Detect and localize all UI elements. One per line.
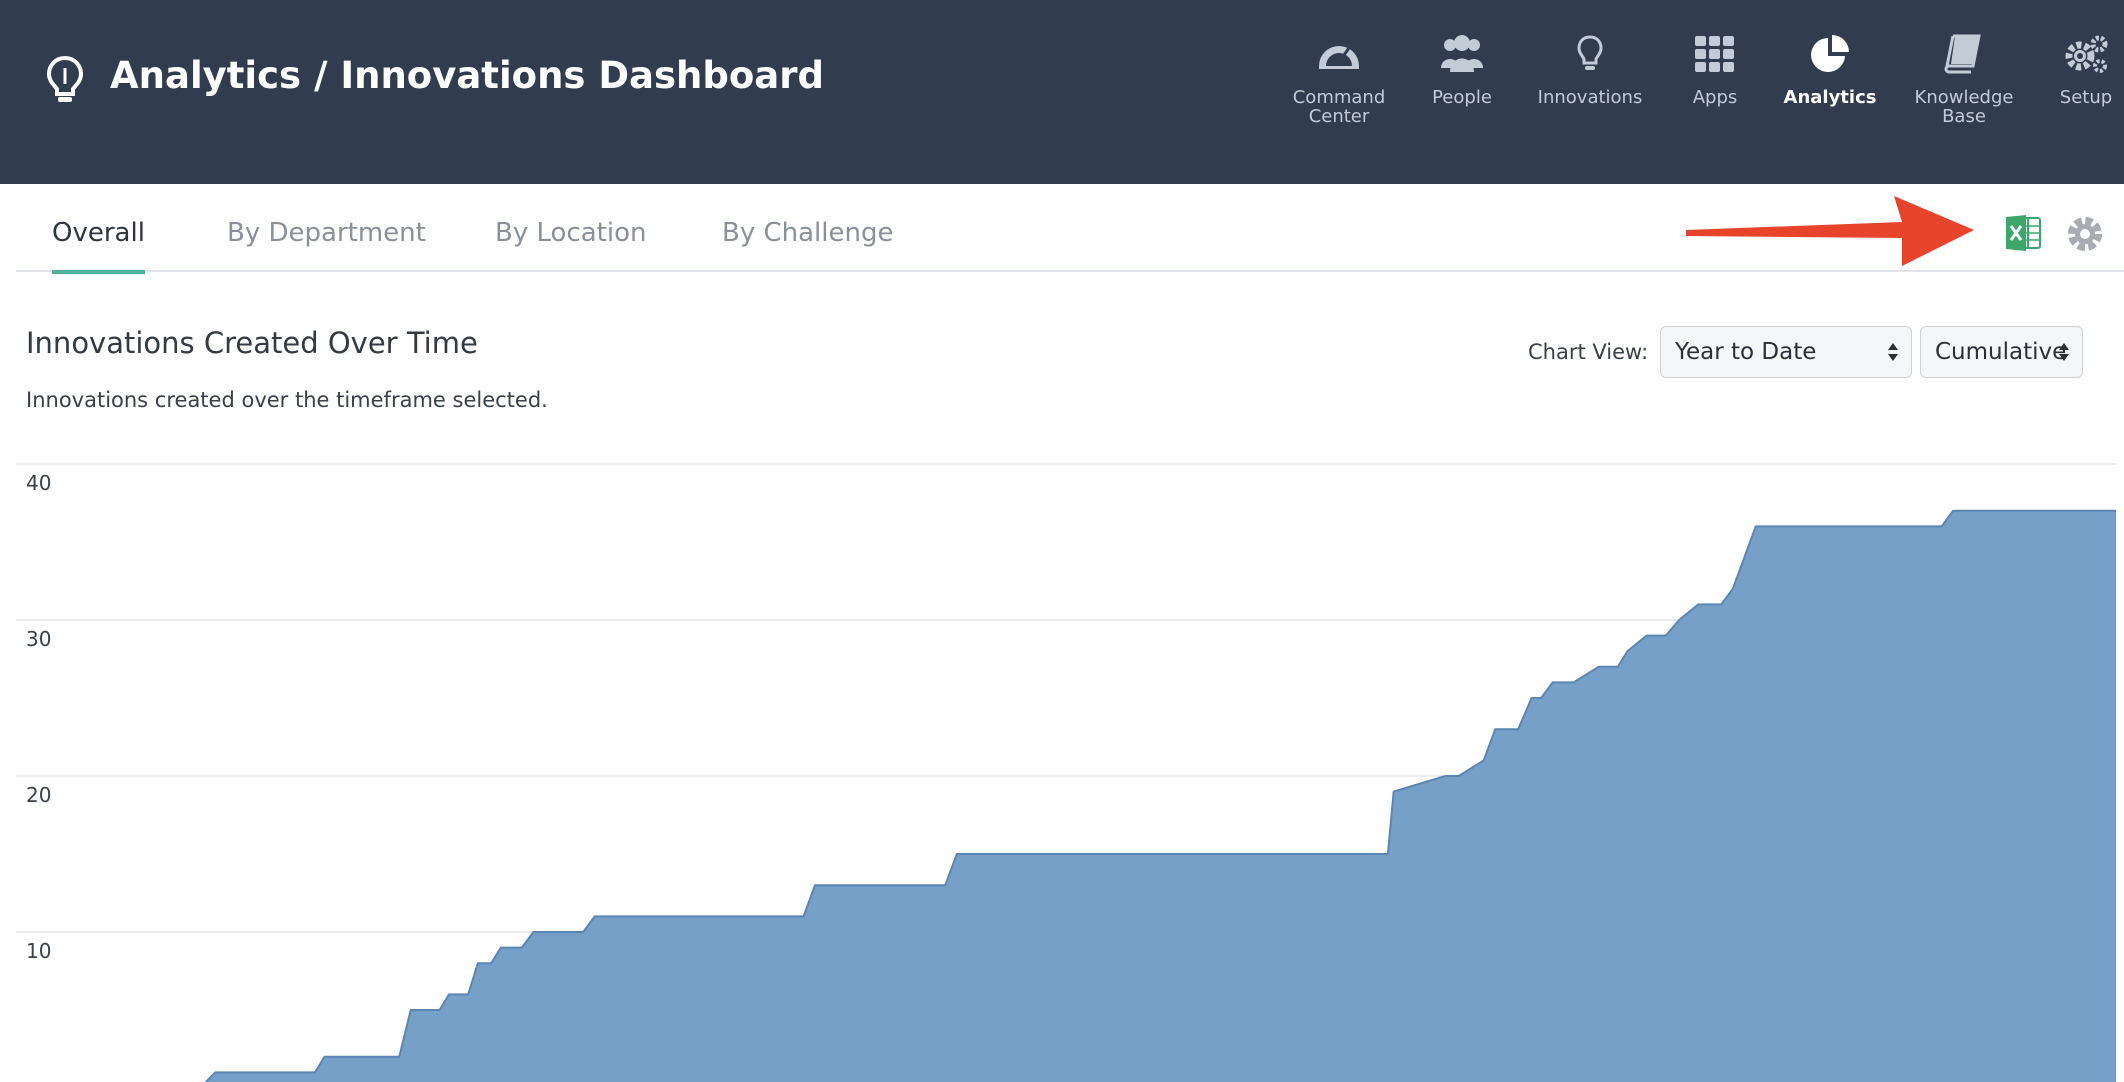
select-caret-icon (1888, 343, 1898, 361)
chart-title: Innovations Created Over Time (26, 326, 478, 360)
series-area (205, 510, 2116, 1082)
chart-subtitle: Innovations created over the timeframe s… (26, 388, 548, 412)
time-range-value: Year to Date (1675, 339, 1817, 365)
people-icon (1441, 35, 1483, 72)
tab-overall[interactable]: Overall (52, 218, 145, 274)
chart-view-label: Chart View: (1528, 340, 1649, 364)
tab-by-location[interactable]: By Location (495, 218, 646, 270)
select-caret-icon (2059, 343, 2069, 361)
top-header: Analytics / Innovations Dashboard Comman… (0, 0, 2124, 184)
book-icon (1944, 34, 1981, 74)
tab-by-challenge[interactable]: By Challenge (722, 218, 893, 270)
y-tick-label: 10 (26, 939, 51, 963)
chart-mode-value: Cumulative (1935, 339, 2067, 365)
chart-mode-select[interactable]: Cumulative (1920, 326, 2083, 378)
tab-by-department[interactable]: By Department (227, 218, 426, 270)
gear-icon[interactable] (2066, 215, 2104, 253)
pie-chart-icon (1811, 35, 1849, 72)
nav-analytics[interactable]: Analytics (1755, 32, 1905, 107)
grid-icon (1695, 36, 1734, 72)
lightbulb-icon (1577, 35, 1603, 70)
innovations-area-chart: 10 20 30 40 (16, 463, 2116, 1082)
annotation-arrow (1686, 196, 1974, 266)
y-tick-label: 20 (26, 783, 51, 807)
nav-setup[interactable]: Setup (2011, 32, 2124, 107)
gears-icon (2065, 35, 2108, 73)
main-nav: Command Center People Innovations Apps A… (0, 0, 2124, 184)
gauge-icon (1319, 46, 1359, 69)
excel-icon[interactable] (2004, 215, 2042, 251)
nav-label: Setup (2059, 87, 2113, 108)
y-tick-label: 40 (26, 471, 51, 495)
y-tick-label: 30 (26, 627, 51, 651)
time-range-select[interactable]: Year to Date (1660, 326, 1912, 378)
nav-label: Analytics (1783, 87, 1877, 108)
